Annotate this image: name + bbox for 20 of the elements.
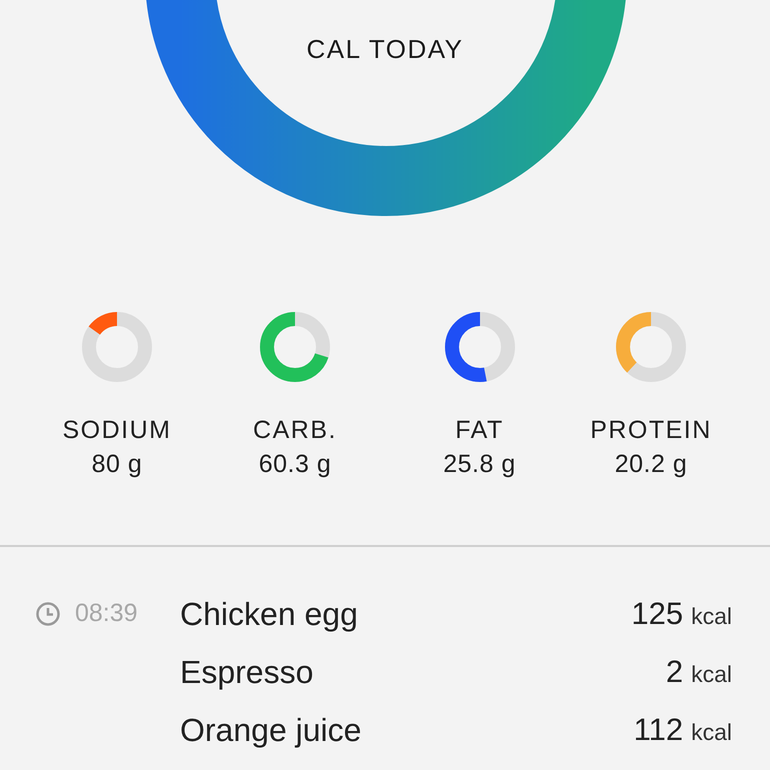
nutrient-value: 20.2 g [614, 449, 688, 479]
nutrient-value: 80 g [92, 449, 142, 479]
nutrient-name: CARB. [253, 415, 337, 445]
calorie-unit: kcal [691, 602, 732, 631]
clock-icon [35, 601, 61, 627]
meal-name: Chicken egg [180, 595, 359, 634]
nutrient-value: 25.8 g [443, 449, 516, 479]
meal-time: 08:39 [75, 598, 138, 630]
calorie-unit: kcal [691, 660, 732, 689]
nutrient-value: 60.3 g [258, 449, 332, 479]
meal-calories: 125 [631, 594, 684, 633]
meal-calories: 2 [666, 652, 684, 691]
nutrient-name: SODIUM [62, 415, 172, 445]
calories-caption: CAL TODAY [306, 33, 464, 66]
calorie-unit: kcal [691, 718, 732, 747]
nutrient-name: PROTEIN [590, 415, 712, 445]
meal-name: Orange juice [180, 711, 362, 750]
meal-calories: 112 [634, 710, 684, 749]
nutrient-name: FAT [455, 415, 504, 445]
meal-name: Espresso [180, 653, 314, 692]
